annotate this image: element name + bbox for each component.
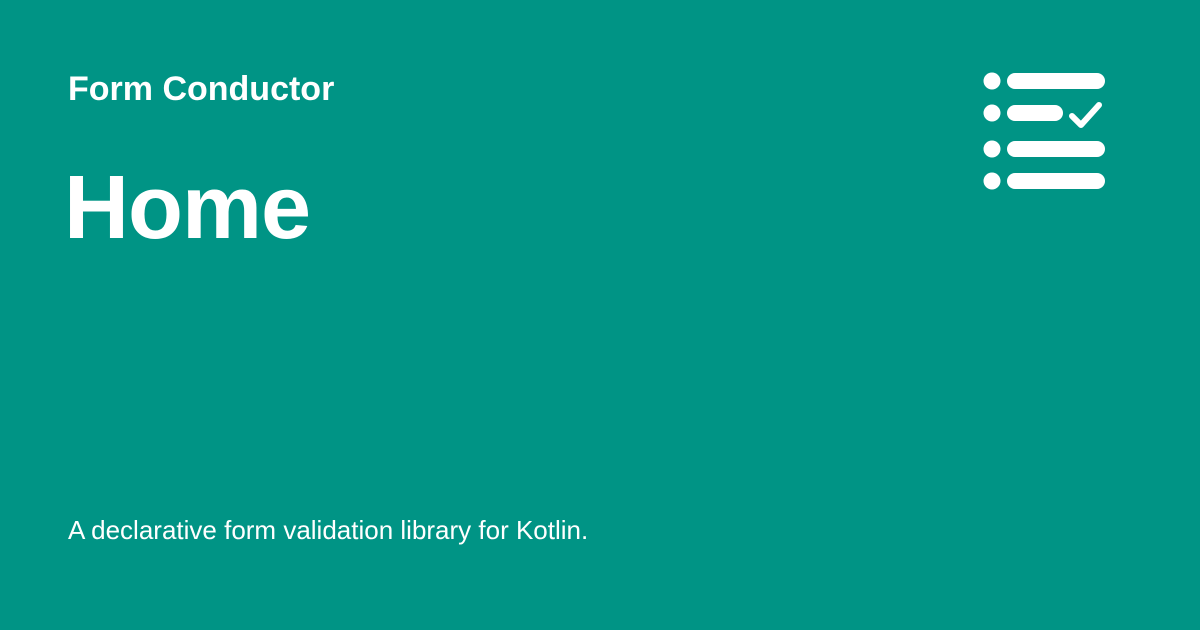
page-title: Home	[64, 158, 311, 258]
checklist-icon	[983, 72, 1105, 190]
site-name: Form Conductor	[68, 70, 335, 108]
site-description: A declarative form validation library fo…	[68, 515, 589, 545]
